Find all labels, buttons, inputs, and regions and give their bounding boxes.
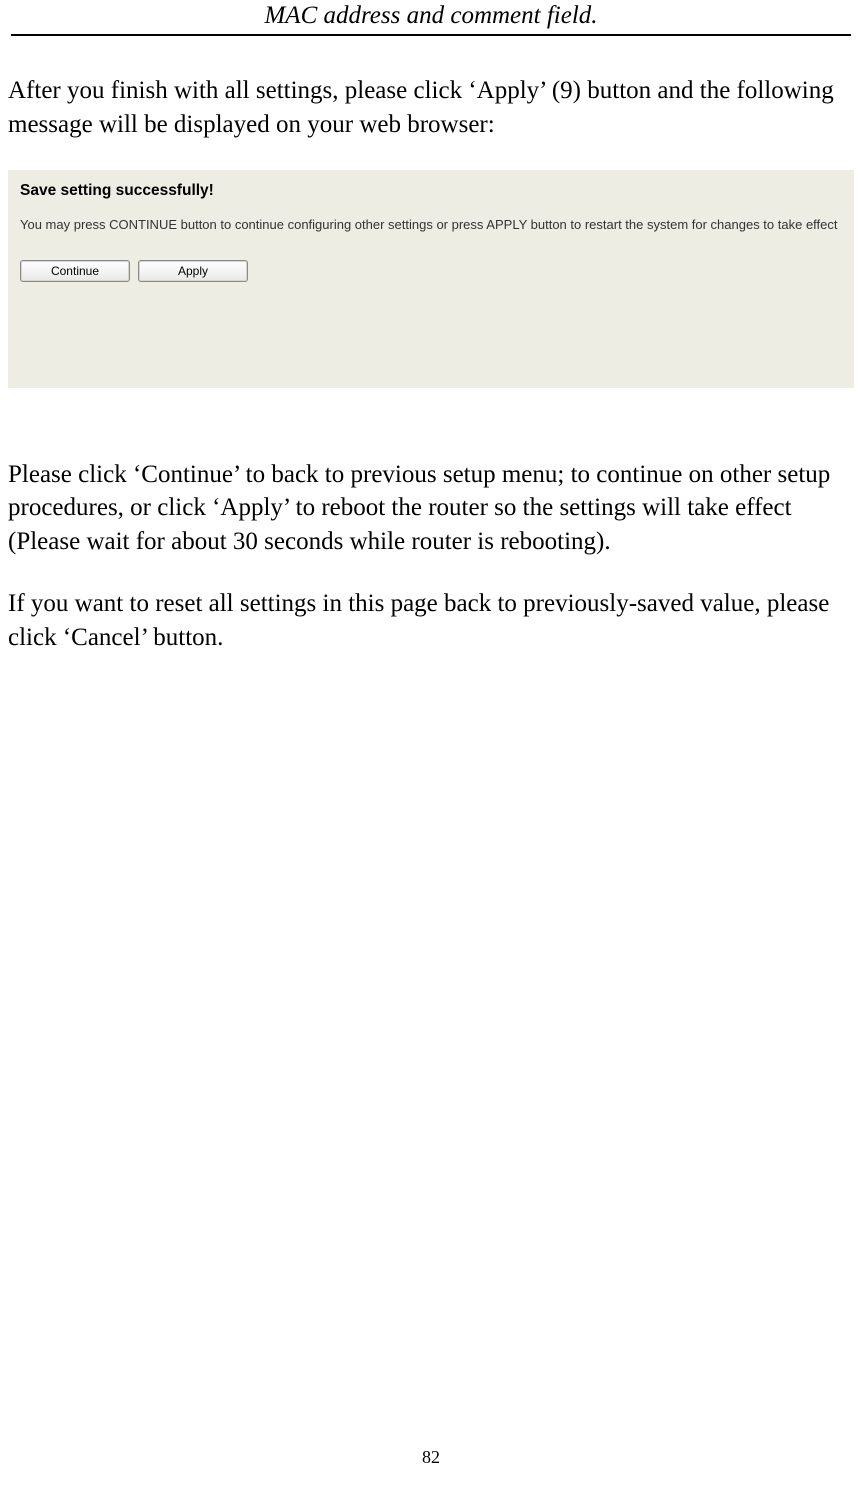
cancel-paragraph: If you want to reset all settings in thi… (8, 587, 854, 655)
intro-paragraph: After you finish with all settings, plea… (8, 74, 854, 142)
panel-button-row: Continue Apply (20, 260, 842, 282)
panel-description: You may press CONTINUE button to continu… (20, 216, 842, 234)
page-number: 82 (0, 1447, 862, 1468)
apply-button[interactable]: Apply (138, 260, 248, 282)
save-success-panel: Save setting successfully! You may press… (8, 170, 854, 388)
continue-paragraph: Please click ‘Continue’ to back to previ… (8, 458, 854, 559)
panel-title: Save setting successfully! (20, 182, 842, 200)
header-caption: MAC address and comment field. (11, 0, 851, 36)
continue-button[interactable]: Continue (20, 260, 130, 282)
